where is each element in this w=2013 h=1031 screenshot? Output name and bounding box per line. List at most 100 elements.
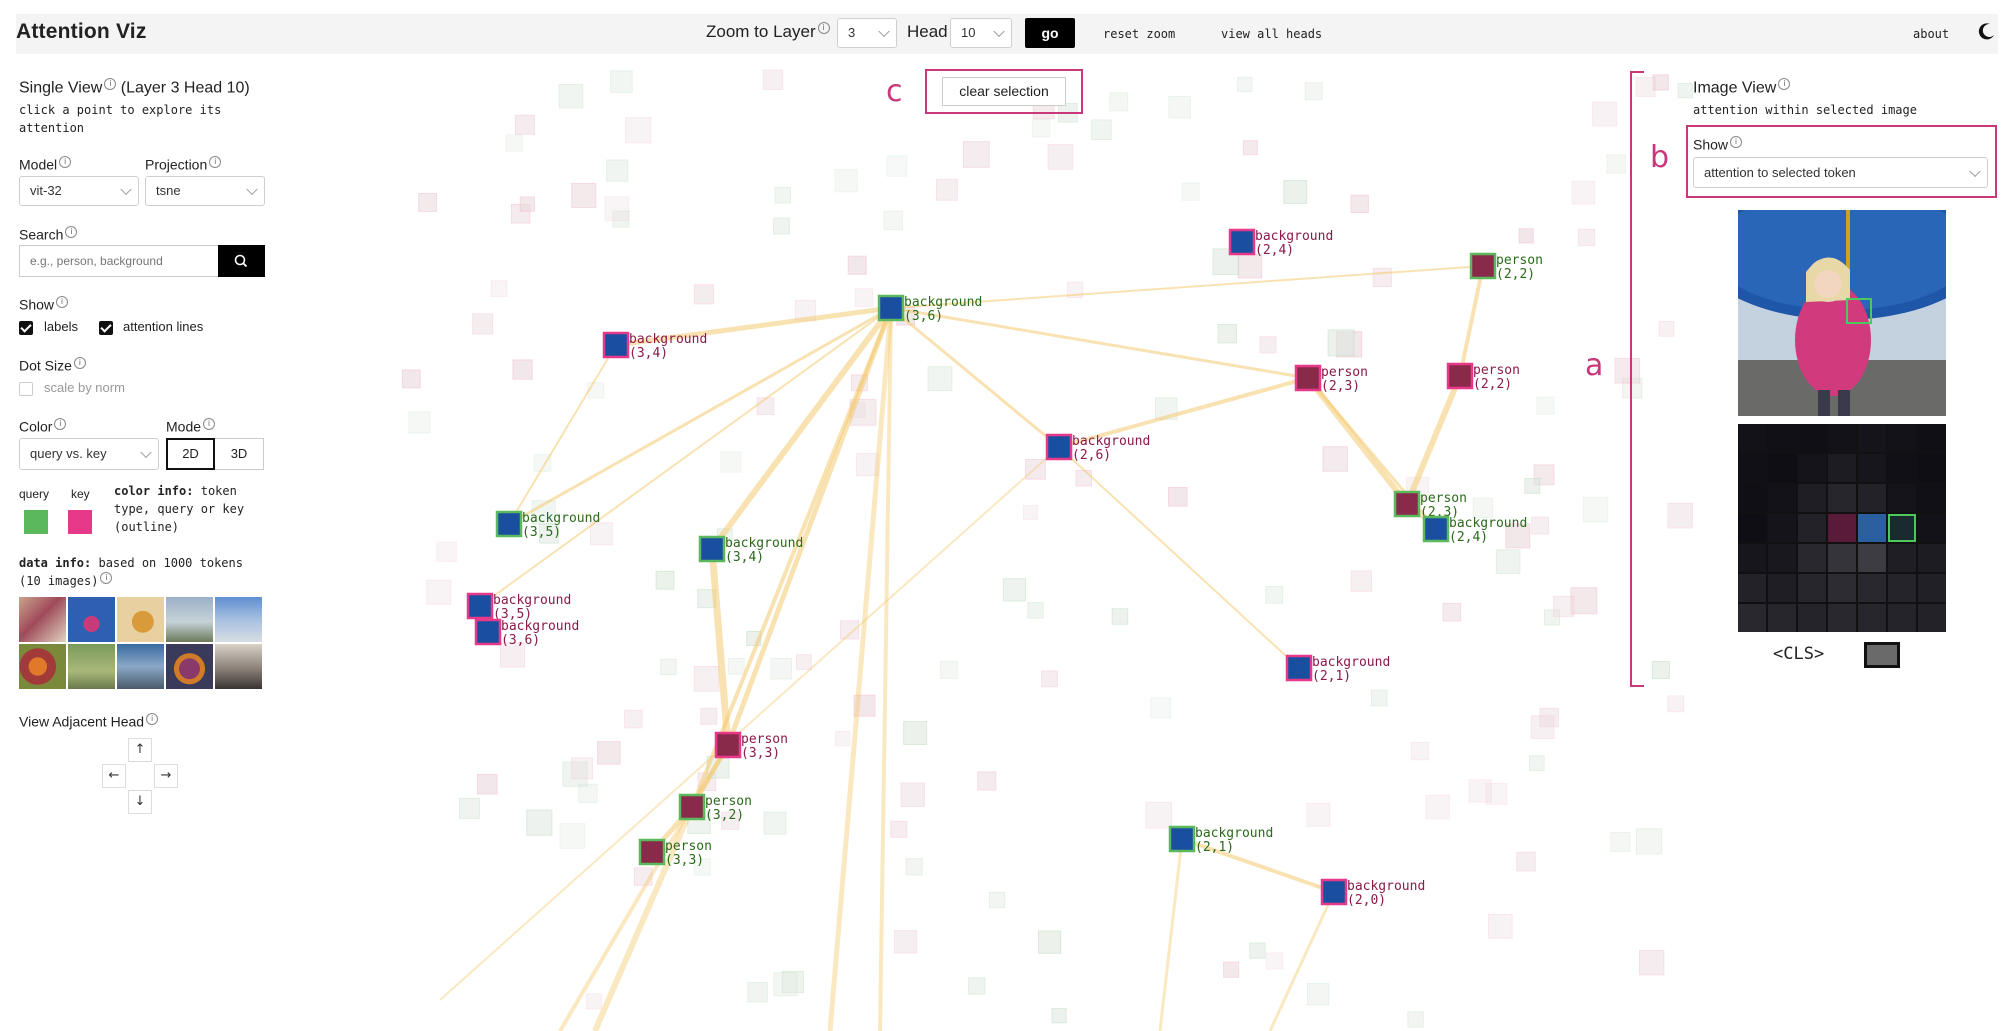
background-token-point[interactable] (1223, 961, 1240, 978)
background-token-point[interactable] (559, 823, 586, 849)
attention-grid-cell[interactable] (1858, 604, 1886, 632)
token-point[interactable]: background(2,4) (1228, 228, 1333, 258)
background-token-point[interactable] (1488, 913, 1513, 939)
attention-grid-cell[interactable] (1918, 514, 1946, 542)
background-token-point[interactable] (1577, 228, 1596, 247)
arrow-up-button[interactable]: ↑ (128, 738, 152, 762)
attention-grid-cell[interactable] (1738, 454, 1766, 482)
background-token-point[interactable] (927, 366, 953, 392)
background-token-point[interactable] (604, 196, 630, 222)
attention-grid-cell[interactable] (1768, 604, 1796, 632)
background-token-point[interactable] (606, 159, 629, 182)
background-token-point[interactable] (834, 731, 851, 747)
attention-grid-cell[interactable] (1918, 544, 1946, 572)
background-token-point[interactable] (1495, 549, 1521, 574)
background-token-point[interactable] (1667, 502, 1693, 529)
attention-grid-cell[interactable] (1918, 454, 1946, 482)
background-token-point[interactable] (693, 284, 714, 305)
background-token-point[interactable] (1410, 741, 1430, 761)
info-icon[interactable]: i (73, 357, 86, 369)
background-token-point[interactable] (1145, 801, 1173, 829)
attention-grid-cell[interactable] (1798, 604, 1826, 632)
background-token-point[interactable] (963, 141, 990, 168)
attention-grid-cell[interactable] (1768, 424, 1796, 452)
background-token-point[interactable] (1041, 670, 1058, 688)
token-point-thumbnail[interactable] (1320, 878, 1348, 906)
background-token-point[interactable] (585, 993, 602, 1010)
background-token-point[interactable] (1350, 570, 1373, 592)
background-token-point[interactable] (905, 858, 923, 876)
attention-grid-cell[interactable] (1768, 514, 1796, 542)
attention-grid-cell[interactable] (1828, 574, 1856, 602)
background-token-point[interactable] (1027, 602, 1044, 619)
background-token-point[interactable] (558, 83, 584, 109)
attention-grid-cell[interactable] (1858, 514, 1886, 542)
background-token-point[interactable] (1468, 779, 1492, 803)
token-point-thumbnail[interactable] (602, 331, 630, 359)
background-token-point[interactable] (773, 972, 798, 997)
attention-grid-cell[interactable] (1918, 484, 1946, 512)
token-point[interactable]: background(2,1) (1285, 654, 1390, 684)
background-token-point[interactable] (1265, 952, 1284, 970)
token-point-thumbnail[interactable] (1045, 433, 1073, 461)
attention-grid-cell[interactable] (1888, 454, 1916, 482)
attention-grid-cell[interactable] (1828, 604, 1856, 632)
background-token-point[interactable] (1570, 587, 1598, 615)
background-token-point[interactable] (847, 255, 867, 275)
selected-image[interactable] (1738, 210, 1946, 416)
background-token-point[interactable] (1442, 602, 1462, 622)
background-token-point[interactable] (610, 70, 633, 93)
labels-checkbox[interactable] (19, 321, 33, 335)
attention-grid-cell[interactable] (1858, 484, 1886, 512)
image-thumbnail[interactable] (19, 644, 66, 689)
background-token-point[interactable] (1031, 118, 1051, 138)
background-token-point[interactable] (1322, 446, 1348, 472)
token-point-thumbnail[interactable] (1393, 490, 1421, 518)
image-thumbnail[interactable] (68, 597, 115, 642)
image-thumbnail[interactable] (215, 644, 262, 689)
background-token-point[interactable] (1350, 194, 1369, 213)
background-token-point[interactable] (1529, 755, 1545, 771)
background-token-point[interactable] (1571, 180, 1596, 205)
background-token-point[interactable] (436, 541, 457, 562)
mode-3d-button[interactable]: 3D (215, 438, 264, 470)
token-point-thumbnail[interactable] (495, 510, 523, 538)
background-token-point[interactable] (1639, 950, 1665, 976)
background-token-point[interactable] (1111, 608, 1129, 625)
attention-grid-cell[interactable] (1798, 574, 1826, 602)
attention-grid-cell[interactable] (1888, 574, 1916, 602)
attention-grid-cell[interactable] (1828, 514, 1856, 542)
background-token-point[interactable] (1242, 140, 1258, 156)
background-token-point[interactable] (1530, 715, 1555, 739)
background-token-point[interactable] (1372, 267, 1392, 288)
attention-grid-cell[interactable] (1858, 424, 1886, 452)
attention-mode-select[interactable]: attention to selected token (1693, 157, 1988, 188)
token-point[interactable]: person(3,3) (714, 731, 788, 761)
info-icon[interactable]: i (1730, 136, 1743, 148)
background-token-point[interactable] (587, 382, 605, 399)
info-icon[interactable]: i (209, 156, 222, 168)
attention-grid-cell[interactable] (1798, 484, 1826, 512)
clear-selection-button[interactable]: clear selection (942, 77, 1066, 106)
background-token-point[interactable] (1249, 942, 1266, 959)
attention-grid-cell[interactable] (1798, 424, 1826, 452)
background-token-point[interactable] (1181, 182, 1200, 201)
info-icon[interactable]: i (1778, 78, 1791, 90)
attention-grid-cell[interactable] (1738, 544, 1766, 572)
info-icon[interactable]: i (59, 156, 72, 168)
search-button[interactable] (218, 245, 265, 277)
attention-grid-cell[interactable] (1888, 424, 1916, 452)
arrow-down-button[interactable]: ↓ (128, 790, 152, 814)
attention-grid-cell[interactable] (1918, 574, 1946, 602)
token-point-thumbnail[interactable] (638, 838, 666, 866)
background-token-point[interactable] (968, 977, 986, 995)
background-token-point[interactable] (571, 182, 597, 209)
token-point-thumbnail[interactable] (1446, 362, 1474, 390)
background-token-point[interactable] (747, 982, 768, 1003)
background-token-point[interactable] (490, 280, 508, 298)
token-point-thumbnail[interactable] (678, 793, 706, 821)
background-token-point[interactable] (854, 288, 874, 307)
token-point-thumbnail[interactable] (1228, 228, 1256, 256)
background-token-point[interactable] (1651, 660, 1670, 679)
attention-grid-cell[interactable] (1798, 454, 1826, 482)
